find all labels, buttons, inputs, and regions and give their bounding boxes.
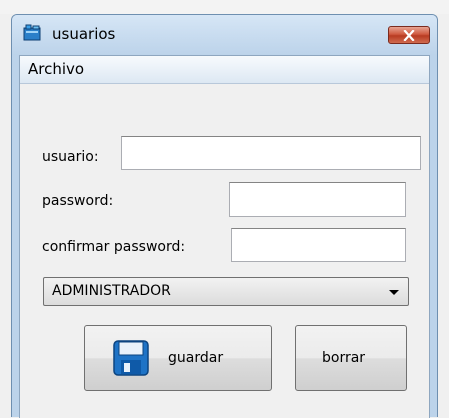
client-area: Archivo usuario: password: confirmar pas… bbox=[19, 55, 430, 418]
password-input[interactable] bbox=[229, 182, 406, 217]
clear-button[interactable]: borrar bbox=[295, 325, 407, 391]
app-icon bbox=[23, 24, 41, 41]
role-select[interactable]: ADMINISTRADOR bbox=[43, 277, 409, 306]
menu-archivo[interactable]: Archivo bbox=[26, 60, 86, 78]
usuario-input[interactable] bbox=[121, 136, 421, 170]
window-title: usuarios bbox=[52, 25, 116, 43]
usuario-label: usuario: bbox=[42, 149, 99, 165]
password-label: password: bbox=[42, 193, 114, 209]
close-button[interactable] bbox=[388, 26, 430, 44]
floppy-disk-icon bbox=[113, 340, 149, 376]
background-strip bbox=[0, 0, 449, 14]
confirm-password-label: confirmar password: bbox=[42, 239, 186, 255]
save-button[interactable]: guardar bbox=[84, 325, 272, 391]
usuarios-window: usuarios Archivo usuario: password: conf… bbox=[11, 14, 438, 418]
clear-button-label: borrar bbox=[322, 350, 366, 366]
menu-bar: Archivo bbox=[20, 56, 429, 84]
role-select-value: ADMINISTRADOR bbox=[52, 283, 171, 299]
save-button-label: guardar bbox=[168, 350, 224, 366]
chevron-down-icon bbox=[389, 290, 399, 295]
title-bar[interactable]: usuarios bbox=[12, 15, 437, 55]
confirm-password-input[interactable] bbox=[231, 228, 406, 262]
close-icon bbox=[403, 29, 415, 41]
